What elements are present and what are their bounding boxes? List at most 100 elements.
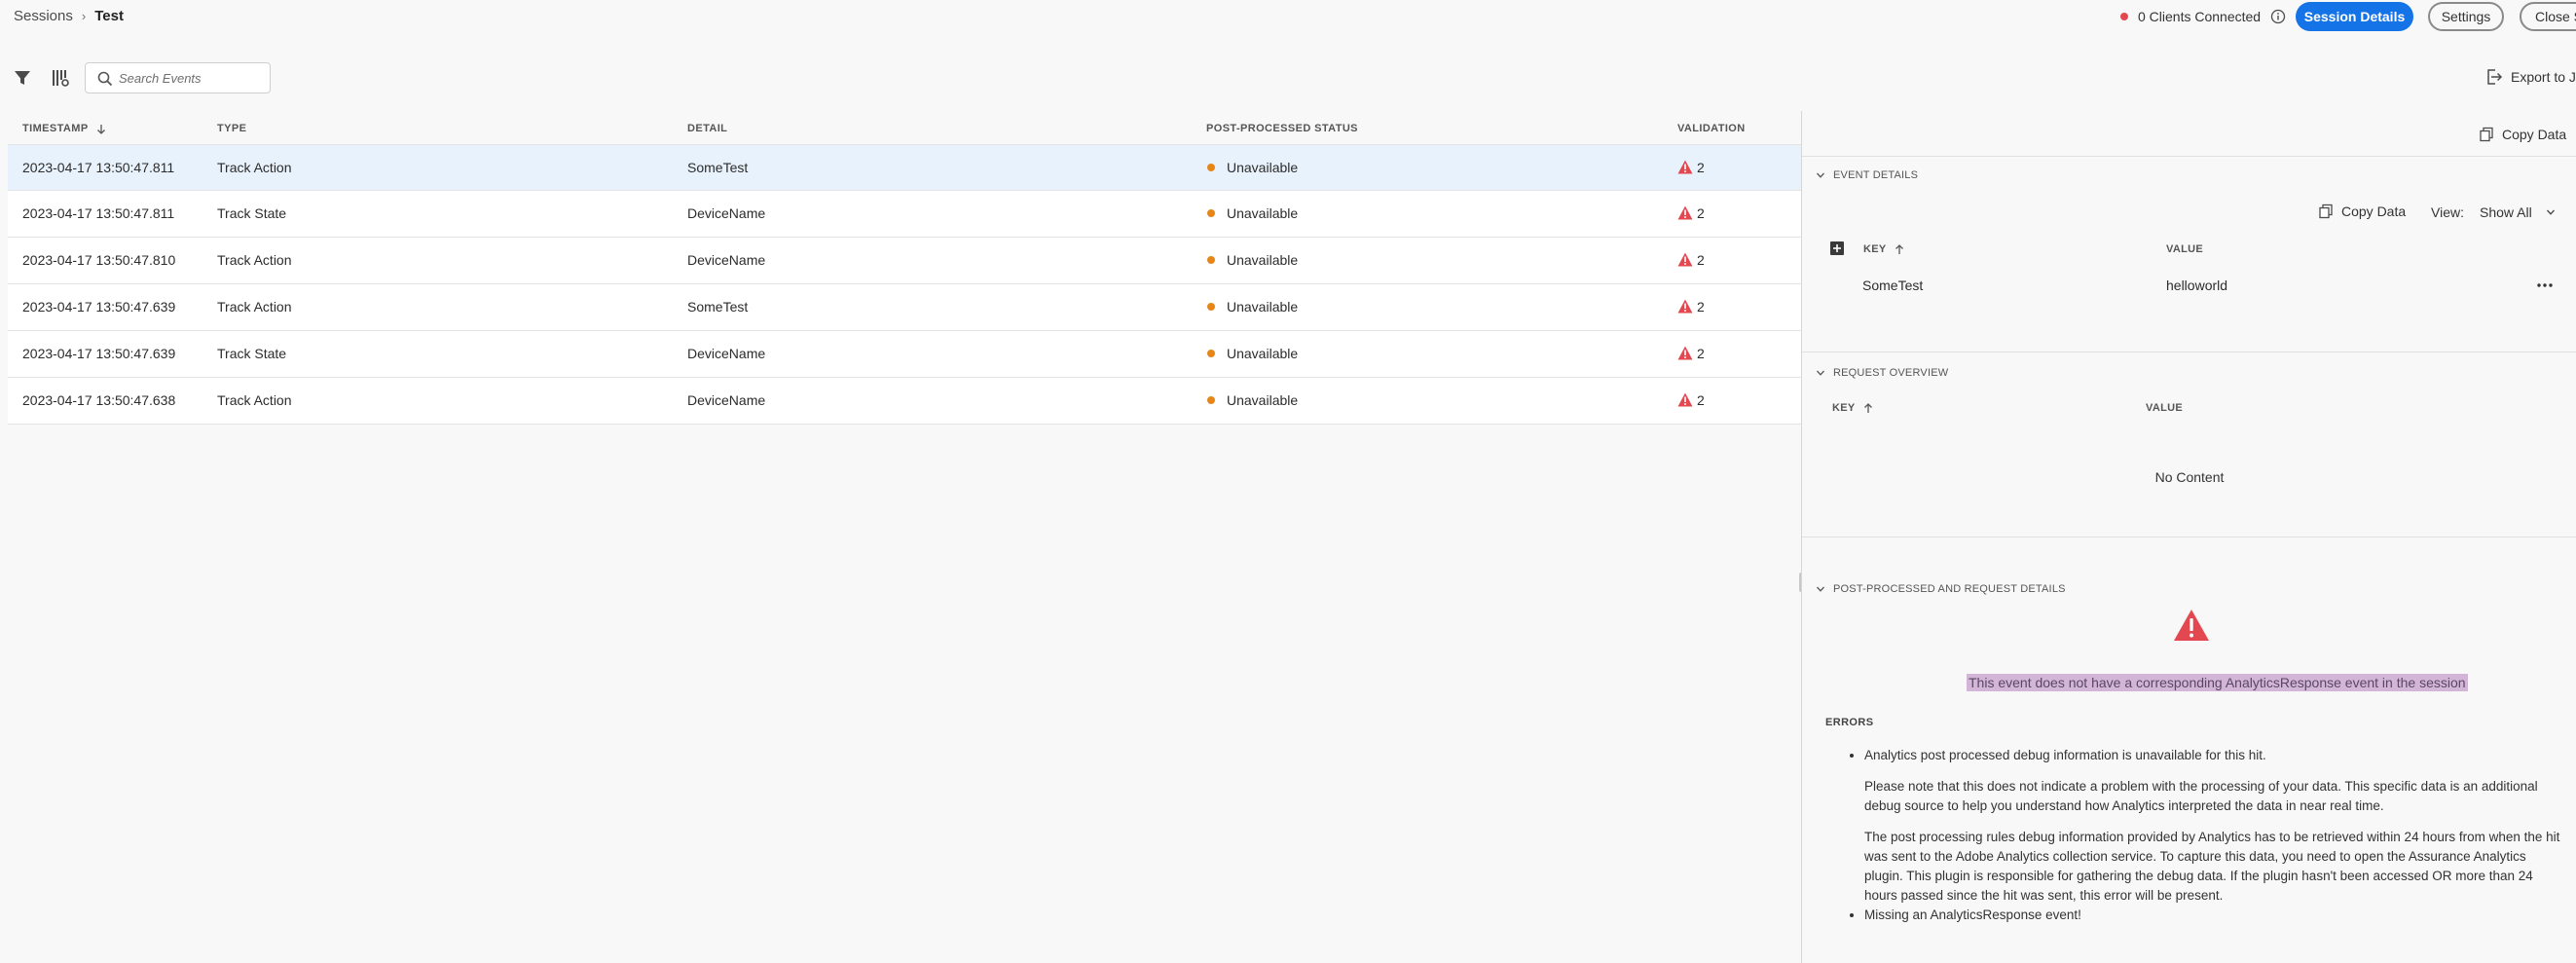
cell-detail: SomeTest: [687, 160, 749, 175]
errors-label: ERRORS: [1825, 717, 1874, 728]
events-table: TIMESTAMP TYPE DETAIL POST-PROCESSED STA…: [8, 113, 1801, 425]
cell-type: Track Action: [217, 252, 292, 268]
search-events-input[interactable]: [119, 70, 265, 86]
table-header: TIMESTAMP TYPE DETAIL POST-PROCESSED STA…: [8, 113, 1801, 144]
status-label: Unavailable: [1227, 299, 1299, 315]
cell-status: Unavailable: [1207, 346, 1298, 361]
cell-status: Unavailable: [1207, 205, 1298, 221]
event-details-key-header[interactable]: KEY: [1863, 243, 1904, 255]
status-label: Unavailable: [1227, 252, 1299, 268]
event-details-copy-data-button[interactable]: Copy Data: [2318, 204, 2406, 219]
no-content-message: No Content: [2154, 469, 2225, 485]
cell-validation[interactable]: 2: [1677, 392, 1705, 409]
validation-count: 2: [1697, 346, 1705, 361]
alert-triangle-icon: [1677, 299, 1693, 314]
column-header-detail[interactable]: DETAIL: [687, 123, 727, 134]
cell-detail: SomeTest: [687, 299, 749, 315]
cell-type: Track State: [217, 205, 287, 221]
add-key-icon[interactable]: [1830, 241, 1844, 255]
clients-status: 0 Clients Connected: [2120, 9, 2286, 24]
event-detail-panel: Copy Data EVENT DETAILS Copy Data View: …: [1801, 111, 2576, 963]
column-header-post-processed-status[interactable]: POST-PROCESSED STATUS: [1206, 123, 1358, 134]
event-details-title: EVENT DETAILS: [1833, 169, 1919, 181]
table-row[interactable]: 2023-04-17 13:50:47.638 Track Action Devic…: [8, 378, 1801, 425]
alert-triangle-icon: [2174, 610, 2209, 641]
table-row[interactable]: 2023-04-17 13:50:47.639 Track Action SomeT…: [8, 284, 1801, 331]
request-overview-title: REQUEST OVERVIEW: [1833, 367, 1949, 379]
close-session-button[interactable]: Close Session: [2520, 2, 2576, 31]
breadcrumb-separator-icon: ›: [81, 9, 87, 23]
key-header-label: KEY: [1863, 243, 1887, 255]
post-processed-section-toggle[interactable]: POST-PROCESSED AND REQUEST DETAILS: [1816, 583, 2066, 595]
alert-triangle-icon: [1677, 205, 1693, 220]
status-dot: [1207, 303, 1215, 312]
column-header-validation[interactable]: VALIDATION: [1677, 123, 1746, 134]
table-row[interactable]: 2023-04-17 13:50:47.811 Track Action SomeT…: [8, 144, 1801, 191]
cell-detail: DeviceName: [687, 252, 766, 268]
cell-validation[interactable]: 2: [1677, 346, 1705, 362]
status-label: Unavailable: [1227, 346, 1299, 361]
table-row[interactable]: 2023-04-17 13:50:47.811 Track State Device…: [8, 191, 1801, 238]
view-label: View:: [2431, 204, 2464, 220]
cell-status: Unavailable: [1207, 299, 1298, 315]
export-to-json-button[interactable]: Export to JSON: [2485, 68, 2576, 86]
cell-type: Track State: [217, 346, 287, 361]
session-details-button[interactable]: Session Details: [2296, 2, 2413, 31]
column-header-type[interactable]: TYPE: [217, 123, 246, 134]
cell-detail: DeviceName: [687, 205, 766, 221]
event-details-value-header: VALUE: [2166, 243, 2203, 255]
error-title: Analytics post processed debug informati…: [1864, 748, 2266, 762]
event-details-section-toggle[interactable]: EVENT DETAILS: [1816, 169, 1918, 181]
validation-count: 2: [1697, 252, 1705, 268]
status-dot: [1207, 164, 1215, 172]
chevron-down-icon: [1817, 370, 1824, 376]
cell-timestamp: 2023-04-17 13:50:47.639: [22, 346, 176, 361]
alert-triangle-icon: [1677, 392, 1693, 407]
request-overview-value-header: VALUE: [2146, 402, 2183, 414]
copy-data-label: Copy Data: [2502, 127, 2567, 142]
cell-timestamp: 2023-04-17 13:50:47.638: [22, 392, 176, 408]
error-description: The post processing rules debug informat…: [1864, 830, 2560, 903]
status-label: Unavailable: [1227, 392, 1299, 408]
cell-type: Track Action: [217, 392, 292, 408]
chevron-down-icon: [1817, 586, 1824, 592]
breadcrumb-sessions-link[interactable]: Sessions: [14, 8, 73, 24]
chevron-down-icon: [1817, 172, 1824, 178]
cell-validation[interactable]: 2: [1677, 252, 1705, 269]
cell-validation[interactable]: 2: [1677, 299, 1705, 315]
cell-validation[interactable]: 2: [1677, 160, 1705, 176]
settings-button[interactable]: Settings: [2428, 2, 2504, 31]
cell-validation[interactable]: 2: [1677, 205, 1705, 222]
alert-triangle-icon: [1677, 160, 1693, 174]
request-overview-key-header[interactable]: KEY: [1832, 402, 1873, 414]
cell-status: Unavailable: [1207, 392, 1298, 408]
post-processed-title: POST-PROCESSED AND REQUEST DETAILS: [1833, 583, 2066, 595]
filter-icon[interactable]: [13, 68, 32, 88]
export-icon: [2487, 69, 2503, 85]
status-dot: [1207, 209, 1215, 218]
copy-data-button[interactable]: Copy Data: [2479, 127, 2566, 142]
cell-timestamp: 2023-04-17 13:50:47.639: [22, 299, 176, 315]
table-row[interactable]: 2023-04-17 13:50:47.639 Track State Device…: [8, 331, 1801, 378]
sort-descending-icon: [96, 124, 105, 134]
event-details-row: SomeTest helloworld: [1802, 266, 2576, 305]
column-header-timestamp[interactable]: TIMESTAMP: [22, 123, 106, 134]
event-detail-value: helloworld: [2166, 278, 2228, 293]
validation-count: 2: [1697, 205, 1705, 221]
status-dot: [1207, 350, 1215, 358]
info-icon[interactable]: [2270, 9, 2286, 24]
table-row[interactable]: 2023-04-17 13:50:47.810 Track Action Devic…: [8, 238, 1801, 284]
view-select[interactable]: Show All: [2480, 204, 2556, 220]
alert-triangle-icon: [1677, 252, 1693, 267]
view-select-value: Show All: [2480, 204, 2532, 220]
cell-type: Track Action: [217, 299, 292, 315]
request-overview-section-toggle[interactable]: REQUEST OVERVIEW: [1816, 367, 1948, 379]
column-settings-icon[interactable]: [51, 68, 70, 88]
errors-list: Analytics post processed debug informati…: [1864, 746, 2561, 925]
cell-timestamp: 2023-04-17 13:50:47.811: [22, 205, 175, 221]
more-actions-icon[interactable]: [2536, 278, 2554, 293]
breadcrumb-current: Test: [94, 8, 124, 24]
error-item: Analytics post processed debug informati…: [1864, 746, 2561, 906]
status-dot: [1207, 256, 1215, 265]
cell-detail: DeviceName: [687, 392, 766, 408]
